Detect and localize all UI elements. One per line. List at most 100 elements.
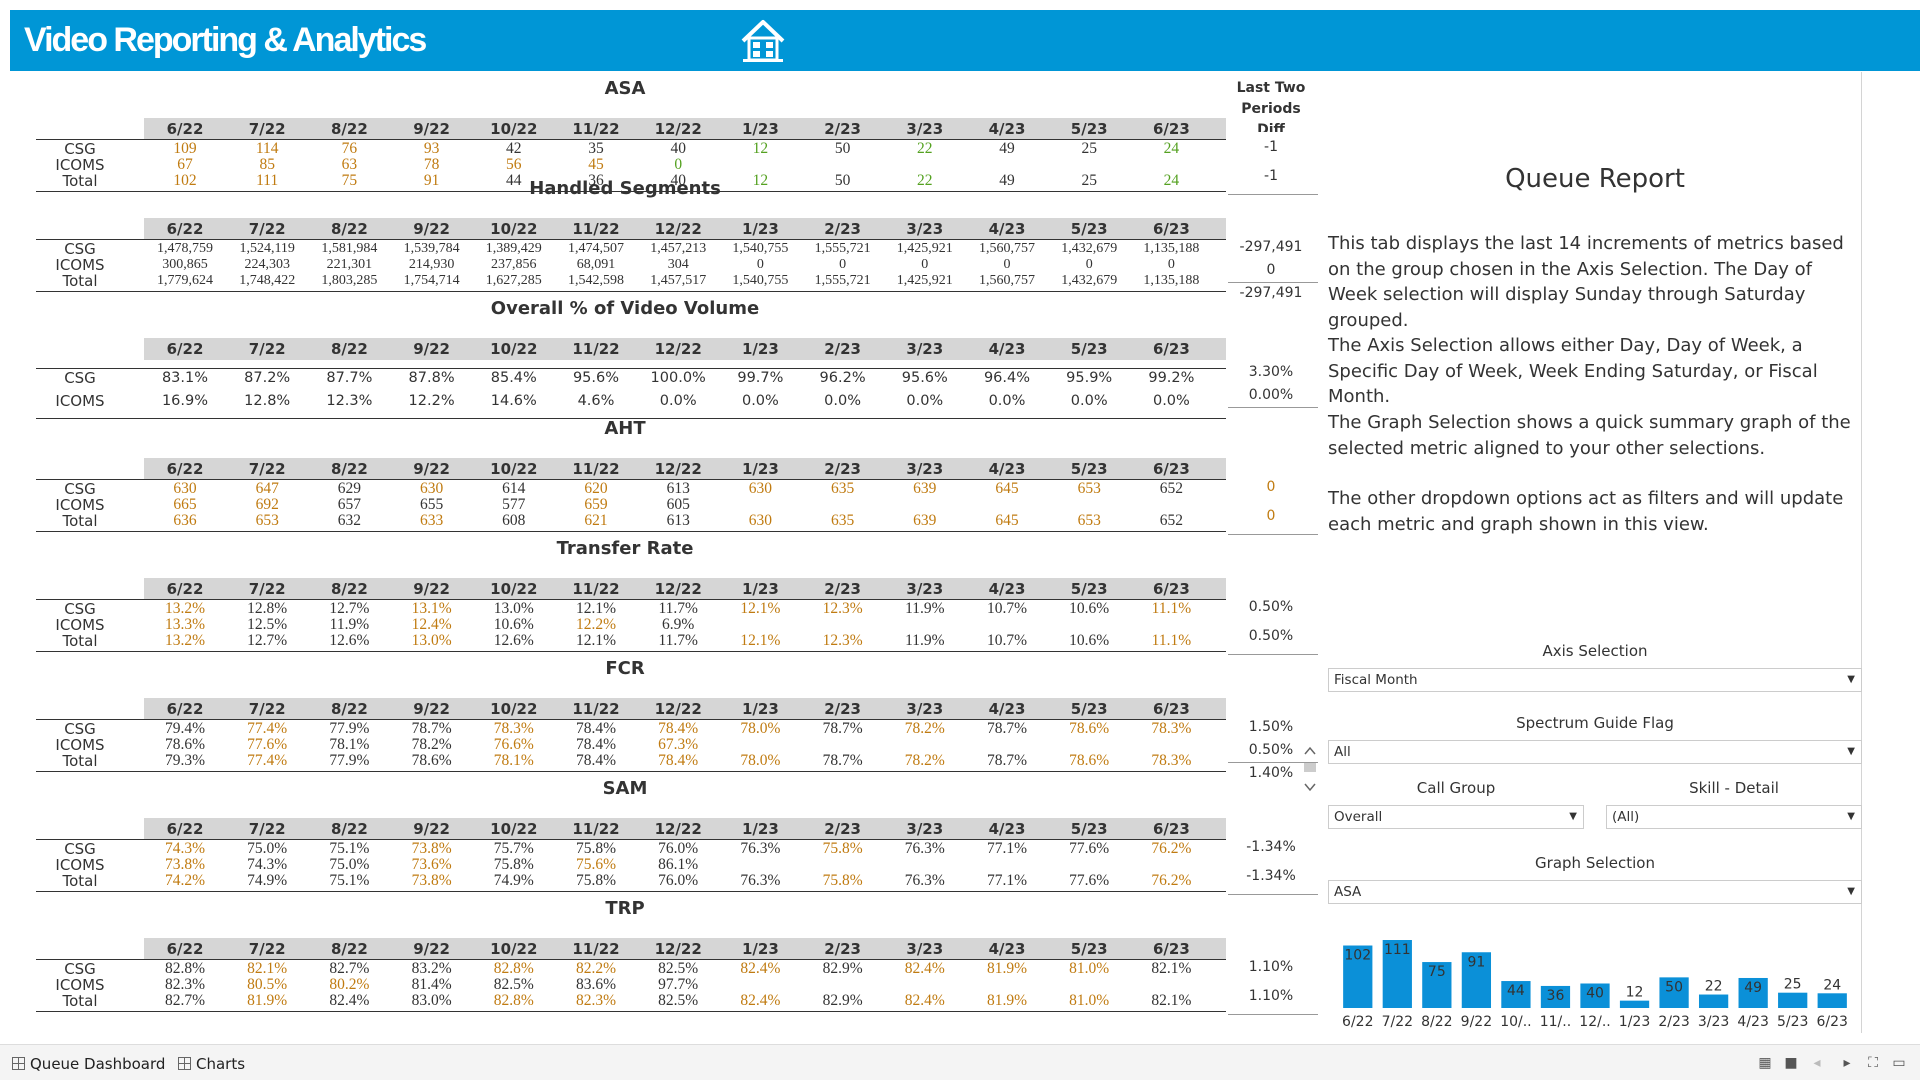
month-header: 5/23 [1070,700,1108,718]
tab-label: Queue Dashboard [30,1055,166,1073]
metric-cell: 67.3% [658,736,699,753]
previous-icon[interactable]: ◂ [1808,1054,1826,1072]
bar-5/23[interactable] [1778,992,1808,1008]
metric-cell: 81.0% [1069,992,1110,1009]
metric-cell: 78.3% [1151,720,1192,737]
metric-cell: 0 [756,257,764,272]
metric-cell: 82.4% [329,992,370,1009]
metric-cell: 224,303 [244,257,290,272]
metric-cell: 83.6% [575,976,617,993]
bar-3/23[interactable] [1698,994,1729,1008]
app-title: Video Reporting & Analytics [24,21,427,59]
metric-cell: 10.6% [1069,632,1110,649]
metric-cell: 76 [341,140,358,157]
metric-cell: 645 [995,480,1019,497]
row-label: ICOMS [55,856,105,874]
metric-cell: 96.4% [983,370,1031,386]
month-header: 1/23 [741,120,779,138]
description-paragraph: The other dropdown options act as filter… [1328,488,1844,535]
row-label: Total [62,992,98,1010]
month-header: 11/22 [572,580,620,598]
row-label: CSG [64,140,96,158]
month-header: 9/22 [413,340,450,358]
metric-cell: 82.9% [822,992,863,1009]
present-icon[interactable]: ▭ [1890,1054,1908,1072]
metric-cell: 75.1% [329,840,370,857]
month-header: 5/23 [1070,220,1108,238]
month-header: 12/22 [654,120,702,138]
call-group-dropdown[interactable]: Overall ▼ [1328,805,1584,829]
metric-cell: 11.9% [905,632,945,649]
period-diff-value: -1 [1264,139,1278,155]
month-header: 6/23 [1152,820,1190,838]
metric-cell: 35 [588,140,604,157]
home-icon[interactable] [739,18,787,64]
month-header: 6/23 [1152,580,1190,598]
header-bar: Video Reporting & Analytics [10,10,1920,71]
fullscreen-icon[interactable]: ⛶ [1864,1054,1882,1072]
metric-cell: 577 [502,496,526,513]
diff-scroll-control[interactable] [1302,744,1318,800]
bar-category-label: 12/.. [1579,1014,1610,1030]
chevron-down-icon: ▼ [1847,674,1855,685]
month-header: 11/22 [572,120,620,138]
metric-cell: 665 [173,496,197,513]
metric-cell: 100.0% [650,370,706,386]
month-header: 3/23 [906,580,944,598]
metric-cell: 73.6% [411,856,452,873]
metric-cell: 75.8% [493,856,534,873]
grid-view-icon[interactable]: ▦ [1756,1054,1774,1072]
metric-cell: 95.6% [572,370,620,386]
tab-queue-dashboard[interactable]: Queue Dashboard [12,1052,165,1076]
metric-cell: 304 [667,257,689,272]
bar-category-label: 10/.. [1500,1014,1531,1030]
metric-cell: 82.9% [822,960,863,977]
table-bottom-rule [36,291,1226,292]
next-icon[interactable]: ▸ [1838,1054,1856,1072]
tab-charts[interactable]: Charts [178,1052,245,1076]
metric-cell: 1,135,188 [1143,241,1200,256]
metric-cell: 620 [584,480,608,497]
bar-category-label: 4/23 [1737,1014,1768,1030]
bar-1/23[interactable] [1619,1000,1650,1008]
metric-cell: 45 [588,156,604,173]
metric-cell: 12.1% [575,632,617,649]
metric-cell: 81.4% [411,976,452,993]
metric-cell: 75.8% [575,840,617,857]
metric-cell: 96.2% [819,370,866,386]
month-header: 3/23 [906,820,944,838]
table-bottom-rule [36,1011,1226,1012]
metric-cell: 76.2% [1151,872,1192,889]
axis-selection-dropdown[interactable]: Fiscal Month ▼ [1328,668,1862,692]
metric-cell: 78.0% [740,752,781,769]
skill-detail-dropdown[interactable]: (All) ▼ [1606,805,1862,829]
metric-cell: 221,301 [326,257,373,272]
diff-divider [1228,1014,1318,1015]
month-header: 3/23 [906,700,944,718]
metric-cell: 81.9% [986,960,1028,977]
bar-6/23[interactable] [1817,993,1847,1008]
month-header: 11/22 [572,700,620,718]
period-diff-value: -1.34% [1246,839,1296,855]
month-header: 7/22 [248,340,286,358]
month-header: 4/23 [988,120,1026,138]
metric-cell: 300,865 [162,257,208,272]
metric-cell: 78.7% [986,752,1028,769]
month-header: 12/22 [654,700,702,718]
metric-cell: 629 [337,480,362,497]
metric-cell: 1,779,624 [157,273,213,288]
graph-selection-dropdown[interactable]: ASA ▼ [1328,880,1862,904]
month-header: 6/23 [1152,700,1190,718]
bar-value-label: 111 [1384,942,1411,958]
row-divider [36,368,1226,369]
metric-cell: 1,560,757 [979,241,1035,256]
month-header: 6/23 [1152,340,1190,358]
metric-cell: 75.7% [493,840,534,857]
single-view-icon[interactable]: ■ [1782,1054,1800,1072]
month-header: 3/23 [906,120,944,138]
metric-cell: 78.2% [904,752,945,769]
metric-cell: 82.4% [904,960,945,977]
spectrum-flag-dropdown[interactable]: All ▼ [1328,740,1862,764]
metric-cell: 87.7% [326,370,373,386]
month-header: 1/23 [741,580,779,598]
